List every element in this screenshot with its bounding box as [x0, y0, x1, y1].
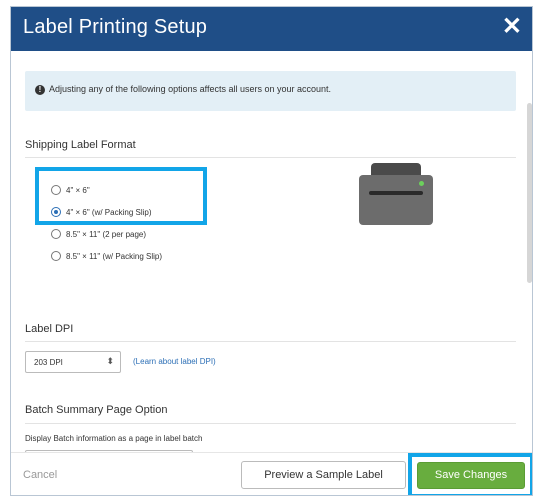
dialog-header: Label Printing Setup ✕: [11, 7, 532, 51]
dialog-footer: Cancel Preview a Sample Label Save Chang…: [11, 452, 532, 495]
preview-sample-label-button[interactable]: Preview a Sample Label: [241, 461, 406, 489]
info-banner-text: Adjusting any of the following options a…: [49, 84, 332, 94]
highlight-box: [35, 167, 207, 225]
scrollbar[interactable]: [527, 103, 532, 283]
learn-about-dpi-link[interactable]: (Learn about label DPI): [133, 357, 216, 366]
select-arrows-icon: ⬍: [106, 356, 114, 366]
label-dpi-value: 203 DPI: [34, 358, 63, 367]
close-icon[interactable]: ✕: [502, 15, 522, 39]
batch-summary-heading: Batch Summary Page Option: [25, 404, 168, 416]
info-icon: !: [35, 85, 45, 95]
divider: [25, 341, 516, 342]
radio-label: 8.5" × 11" (w/ Packing Slip): [66, 252, 163, 261]
label-dpi-heading: Label DPI: [25, 323, 74, 335]
printer-icon: [359, 163, 433, 225]
divider: [25, 157, 516, 158]
batch-summary-description: Display Batch information as a page in l…: [25, 434, 203, 443]
cancel-button[interactable]: Cancel: [23, 469, 57, 481]
radio-button[interactable]: [51, 229, 61, 239]
label-dpi-select[interactable]: 203 DPI ⬍: [25, 351, 121, 373]
shipping-label-format-heading: Shipping Label Format: [25, 139, 136, 151]
radio-label: 8.5" × 11" (2 per page): [66, 230, 147, 239]
save-changes-button[interactable]: Save Changes: [417, 462, 525, 489]
dialog-title: Label Printing Setup: [23, 16, 208, 38]
info-banner: ! Adjusting any of the following options…: [25, 71, 516, 111]
save-highlight-box: Save Changes: [408, 453, 532, 495]
dialog-body: ! Adjusting any of the following options…: [11, 51, 532, 452]
divider: [25, 423, 516, 424]
radio-button[interactable]: [51, 251, 61, 261]
label-printing-setup-dialog: Label Printing Setup ✕ ! Adjusting any o…: [10, 6, 533, 496]
